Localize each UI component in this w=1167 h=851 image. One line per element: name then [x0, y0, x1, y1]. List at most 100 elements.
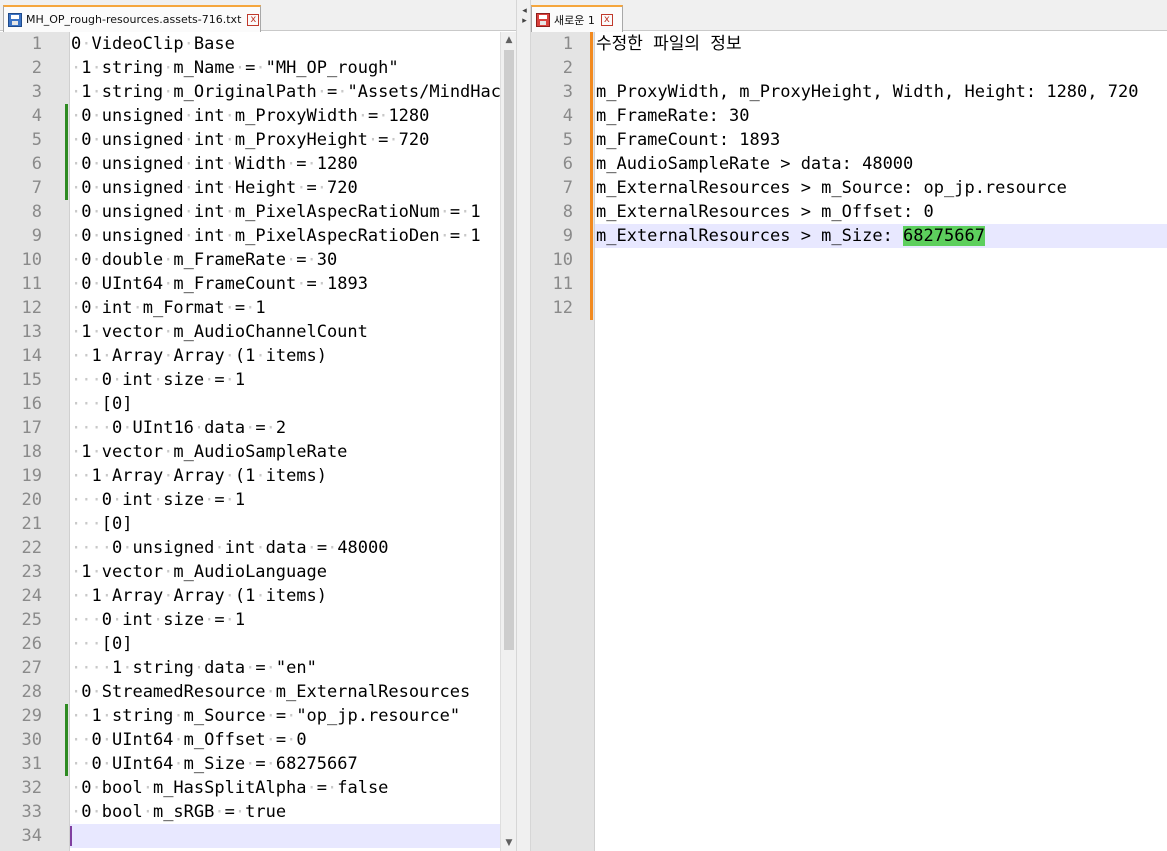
code-line[interactable]: ···[0]: [70, 392, 500, 416]
code-line[interactable]: m_ExternalResources > m_Source: op_jp.re…: [595, 176, 1167, 200]
code-line[interactable]: 수정한 파일의 정보: [595, 32, 1167, 56]
code-line-text: ···[0]: [71, 634, 133, 654]
code-line[interactable]: [595, 248, 1167, 272]
code-line[interactable]: ··1·Array·Array·(1·items): [70, 464, 500, 488]
code-line[interactable]: ····1·string·data·=·"en": [70, 656, 500, 680]
code-line[interactable]: m_FrameCount: 1893: [595, 128, 1167, 152]
change-marker: [590, 224, 593, 248]
scroll-down-arrow-icon[interactable]: ▼: [501, 835, 516, 851]
code-line[interactable]: m_FrameRate: 30: [595, 104, 1167, 128]
change-marker: [590, 104, 593, 128]
tab-right-new[interactable]: 새로운 1 x: [531, 5, 623, 32]
code-line-text: ·0·unsigned·int·m_ProxyWidth·=·1280: [71, 106, 430, 126]
code-line[interactable]: ·1·vector·m_AudioLanguage: [70, 560, 500, 584]
code-line[interactable]: m_ProxyWidth, m_ProxyHeight, Width, Heig…: [595, 80, 1167, 104]
code-line[interactable]: ·1·vector·m_AudioChannelCount: [70, 320, 500, 344]
line-number-text: 29: [21, 706, 42, 726]
code-line-text: ·0·unsigned·int·m_ProxyHeight·=·720: [71, 130, 430, 150]
code-line[interactable]: [595, 272, 1167, 296]
change-marker: [65, 152, 68, 176]
code-line[interactable]: ·0·StreamedResource·m_ExternalResources: [70, 680, 500, 704]
line-number-text: 17: [21, 418, 42, 438]
line-number-text: 7: [31, 178, 42, 198]
line-number-text: 16: [21, 394, 42, 414]
left-scroll-thumb[interactable]: [504, 50, 514, 650]
left-editor-pane: MH_OP_rough-resources.assets-716.txt x 1…: [0, 0, 516, 851]
splitter-right-arrow-icon[interactable]: ▸: [519, 16, 530, 27]
line-number-text: 30: [21, 730, 42, 750]
code-line[interactable]: ····0·UInt16·data·=·2: [70, 416, 500, 440]
code-line-text: ···0·int·size·=·1: [71, 610, 246, 630]
code-line-text: ·0·double·m_FrameRate·=·30: [71, 250, 338, 270]
change-marker: [590, 128, 593, 152]
pane-splitter[interactable]: ◂ ▸: [516, 0, 531, 851]
line-number: 26: [0, 632, 69, 656]
line-number-text: 5: [31, 130, 42, 150]
code-line[interactable]: ·0·unsigned·int·m_ProxyHeight·=·720: [70, 128, 500, 152]
line-number: 13: [0, 320, 69, 344]
line-number-text: 7: [562, 178, 573, 198]
code-line[interactable]: ·1·string·m_Name·=·"MH_OP_rough": [70, 56, 500, 80]
code-line[interactable]: ·0·int·m_Format·=·1: [70, 296, 500, 320]
line-number-text: 23: [21, 562, 42, 582]
code-line[interactable]: ·0·unsigned·int·m_ProxyWidth·=·1280: [70, 104, 500, 128]
right-editor[interactable]: 1 2 3 4 5 6 7 8 9 10 11 12 수정한 파일의 정보 m_ProxyWidth, …: [531, 32, 1167, 851]
right-editor-pane: 새로운 1 x 1 2 3 4 5 6 7 8 9 10 11 12 수정한 파일의 정보 m_Prox…: [531, 0, 1167, 851]
code-line-text: ··0·UInt64·m_Offset·=·0: [71, 730, 307, 750]
code-line[interactable]: 0·VideoClip·Base: [70, 32, 500, 56]
line-number: 11: [531, 272, 594, 296]
code-line[interactable]: ··0·UInt64·m_Offset·=·0: [70, 728, 500, 752]
line-number: 28: [0, 680, 69, 704]
code-line[interactable]: [595, 296, 1167, 320]
code-line[interactable]: ·0·unsigned·int·m_PixelAspecRatioDen·=·1: [70, 224, 500, 248]
line-number: 23: [0, 560, 69, 584]
code-line[interactable]: ···0·int·size·=·1: [70, 488, 500, 512]
change-marker: [65, 752, 68, 776]
right-code-area[interactable]: 수정한 파일의 정보 m_ProxyWidth, m_ProxyHeight, W…: [595, 32, 1167, 851]
code-line[interactable]: ·0·bool·m_sRGB·=·true: [70, 800, 500, 824]
code-line[interactable]: m_ExternalResources > m_Size: 68275667: [595, 224, 1167, 248]
left-vertical-scrollbar[interactable]: ▲ ▼: [500, 32, 516, 851]
code-line[interactable]: ···[0]: [70, 512, 500, 536]
line-number-text: 12: [21, 298, 42, 318]
line-number: 11: [0, 272, 69, 296]
code-line[interactable]: ·0·bool·m_HasSplitAlpha·=·false: [70, 776, 500, 800]
scroll-up-arrow-icon[interactable]: ▲: [501, 32, 516, 48]
close-icon[interactable]: x: [600, 13, 613, 26]
line-number-text: 19: [21, 466, 42, 486]
code-line[interactable]: ···0·int·size·=·1: [70, 368, 500, 392]
code-line[interactable]: ·1·string·m_OriginalPath·=·"Assets/MindH…: [70, 80, 511, 104]
line-number: 10: [0, 248, 69, 272]
line-number-text: 1: [562, 34, 573, 54]
code-line[interactable]: ···[0]: [70, 632, 500, 656]
line-number: 10: [531, 248, 594, 272]
tab-left-file[interactable]: MH_OP_rough-resources.assets-716.txt x: [3, 5, 261, 32]
code-line[interactable]: ·0·unsigned·int·Height·=·720: [70, 176, 500, 200]
close-icon[interactable]: x: [247, 13, 260, 26]
change-marker: [590, 296, 593, 320]
code-line[interactable]: [70, 824, 500, 848]
code-line[interactable]: [595, 56, 1167, 80]
code-line[interactable]: ··1·Array·Array·(1·items): [70, 344, 500, 368]
code-line[interactable]: ···0·int·size·=·1: [70, 608, 500, 632]
code-line[interactable]: ··1·string·m_Source·=·"op_jp.resource": [70, 704, 500, 728]
code-line[interactable]: m_AudioSampleRate > data: 48000: [595, 152, 1167, 176]
left-code-area[interactable]: 0·VideoClip·Base ·1·string·m_Name·=·"MH_O…: [70, 32, 511, 851]
line-number-text: 10: [21, 250, 42, 270]
code-line[interactable]: ··0·UInt64·m_Size·=·68275667: [70, 752, 500, 776]
code-line-text: ···[0]: [71, 514, 133, 534]
line-number-text: 18: [21, 442, 42, 462]
code-line[interactable]: ·0·unsigned·int·Width·=·1280: [70, 152, 500, 176]
code-line[interactable]: ·0·unsigned·int·m_PixelAspecRatioNum·=·1: [70, 200, 500, 224]
code-line[interactable]: ····0·unsigned·int·data·=·48000: [70, 536, 500, 560]
line-number: 33: [0, 800, 69, 824]
change-marker: [590, 56, 593, 80]
code-line[interactable]: ··1·Array·Array·(1·items): [70, 584, 500, 608]
line-number-text: 26: [21, 634, 42, 654]
left-editor[interactable]: 1 2 3 4 5 6 7 8 9 10 11 12 13 14 15 16 17 18 19 20 21 22 23 24 2…: [0, 32, 516, 851]
code-line[interactable]: ·1·vector·m_AudioSampleRate: [70, 440, 500, 464]
line-number-text: 11: [21, 274, 42, 294]
code-line[interactable]: ·0·double·m_FrameRate·=·30: [70, 248, 500, 272]
code-line[interactable]: m_ExternalResources > m_Offset: 0: [595, 200, 1167, 224]
code-line[interactable]: ·0·UInt64·m_FrameCount·=·1893: [70, 272, 500, 296]
